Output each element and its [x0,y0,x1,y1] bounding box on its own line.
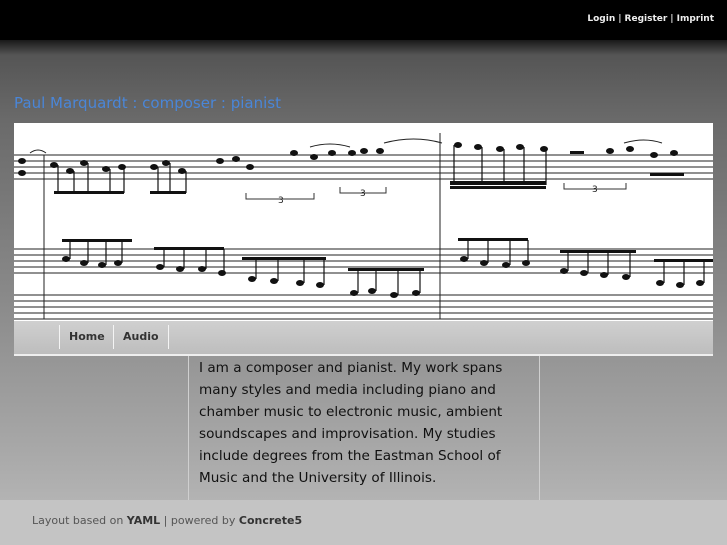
main-content: I am a composer and pianist. My work spa… [188,356,540,501]
yaml-link[interactable]: YAML [127,514,160,527]
svg-text:3: 3 [592,185,598,195]
main-navigation: Home Audio [14,321,713,356]
nav-audio[interactable]: Audio [113,325,169,349]
svg-text:3: 3 [360,189,366,199]
separator: | [670,14,674,24]
account-links: Login | Register | Imprint [587,14,714,24]
login-link[interactable]: Login [587,14,615,24]
footer-separator: | powered by [160,514,239,527]
intro-paragraph: I am a composer and pianist. My work spa… [199,360,503,486]
site-title[interactable]: Paul Marquardt : composer : pianist [14,94,281,112]
svg-text:3: 3 [278,196,284,206]
top-bar: Login | Register | Imprint [0,0,727,40]
footer-text: Layout based on YAML | powered by Concre… [32,514,302,527]
footer-prefix: Layout based on [32,514,127,527]
imprint-link[interactable]: Imprint [677,14,714,24]
concrete5-link[interactable]: Concrete5 [239,514,302,527]
sheet-music-image: 3 3 3 [14,133,713,320]
footer: Layout based on YAML | powered by Concre… [0,500,727,545]
nav-home[interactable]: Home [59,325,114,349]
register-link[interactable]: Register [625,14,668,24]
score-banner: 3 3 3 [14,123,713,321]
separator: | [618,14,622,24]
